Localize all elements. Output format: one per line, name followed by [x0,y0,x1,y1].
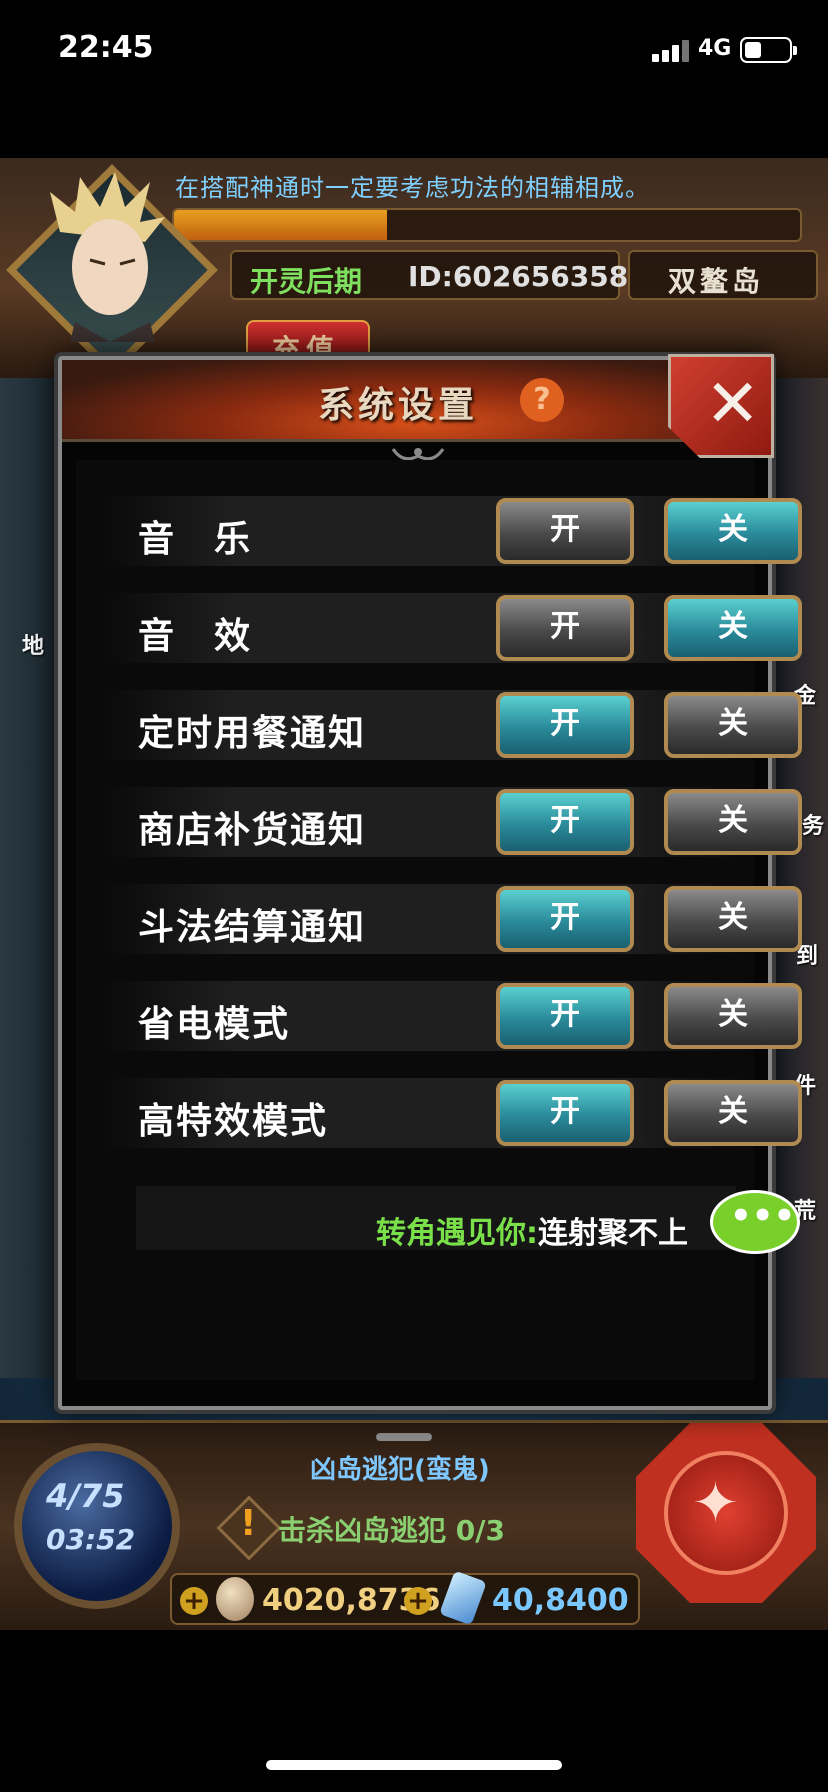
toggle-on-button[interactable]: 开 [496,1080,634,1146]
setting-label: 定时用餐通知 [138,713,367,754]
avatar-portrait [50,172,165,342]
toggle-on-button[interactable]: 开 [496,886,634,952]
setting-row: 高特效模式 开关 [106,1078,802,1148]
signal-icon [652,40,690,62]
setting-label: 音 效 [138,616,253,657]
toggle-on-button[interactable]: 开 [496,692,634,758]
chat-message: 连射聚不上 [538,1216,688,1251]
exp-bar [172,208,802,242]
toggle-off-button[interactable]: 关 [664,983,802,1049]
setting-label: 斗法结算通知 [138,907,367,948]
chat-sender: 转角遇见你: [376,1216,538,1251]
status-time: 22:45 [58,30,154,65]
bottom-hud: 4/75 03:52 凶岛逃犯(蛮鬼) ! 击杀凶岛逃犯 0/3 + 4020,… [0,1420,828,1630]
chat-bubble-icon[interactable]: ••• [706,1190,802,1264]
server-name: 双鳌岛 [668,265,765,298]
player-info-bar: 在搭配神通时一定要考虑功法的相辅相成。 开灵后期 ID:602656358 双鳌… [0,158,828,378]
toggle-off-button[interactable]: 关 [664,595,802,661]
dialog-header: 系统设置 ? [62,360,768,442]
toggle-off-button[interactable]: 关 [664,789,802,855]
setting-label: 省电模式 [138,1004,291,1045]
toggle-off-button[interactable]: 关 [664,692,802,758]
gem-icon [439,1570,487,1626]
player-id: ID:602656358 [408,260,629,293]
home-indicator[interactable] [266,1760,562,1770]
toggle-off-button[interactable]: 关 [664,1080,802,1146]
status-bar: 22:45 4G [0,0,828,100]
chat-line[interactable]: 转角遇见你:连射聚不上 [376,1208,688,1252]
add-gems-button[interactable]: + [404,1587,432,1615]
realm-box: 开灵后期 ID:602656358 [230,250,628,300]
toggle-on-button[interactable]: 开 [496,983,634,1049]
setting-row: 省电模式 开关 [106,981,802,1051]
setting-row: 音 乐 开关 [106,496,802,566]
quest-panel-handle[interactable] [376,1433,432,1441]
left-sidebar: 地 [0,378,60,1378]
close-icon: ✕ [705,365,761,442]
stage-count: 4/75 [46,1477,125,1515]
exclamation-icon: ! [240,1503,257,1544]
setting-row: 斗法结算通知 开关 [106,884,802,954]
setting-row: 商店补货通知 开关 [106,787,802,857]
network-type: 4G [698,36,732,61]
toggle-off-button[interactable]: 关 [664,498,802,564]
attack-button[interactable]: ✦ [636,1423,816,1603]
quest-title[interactable]: 凶岛逃犯(蛮鬼) [310,1449,490,1486]
toggle-on-button[interactable]: 开 [496,789,634,855]
add-coins-button[interactable]: + [180,1587,208,1615]
stage-timer: 03:52 [46,1523,136,1556]
dialog-title: 系统设置 [318,385,479,426]
setting-label: 音 乐 [138,519,253,560]
setting-row: 音 效 开关 [106,593,802,663]
player-realm: 开灵后期 [250,265,363,298]
toggle-on-button[interactable]: 开 [496,498,634,564]
rune-icon: ✦ [692,1471,739,1536]
close-button[interactable]: ✕ [668,354,774,458]
gem-value: 40,8400 [492,1583,629,1618]
help-icon[interactable]: ? [520,378,564,422]
currency-bar: + 4020,8736 + 40,8400 [170,1570,640,1626]
setting-row: 定时用餐通知 开关 [106,690,802,760]
side-left-label[interactable]: 地 [22,628,44,660]
coin-icon [216,1577,254,1621]
setting-label: 商店补货通知 [138,810,367,851]
server-box: 双鳌岛 [628,250,818,300]
toggle-on-button[interactable]: 开 [496,595,634,661]
setting-label: 高特效模式 [138,1101,329,1142]
toggle-off-button[interactable]: 关 [664,886,802,952]
battery-icon [740,37,797,63]
quest-description[interactable]: 击杀凶岛逃犯 0/3 [278,1509,505,1549]
tip-text: 在搭配神通时一定要考虑功法的相辅相成。 [175,174,650,202]
